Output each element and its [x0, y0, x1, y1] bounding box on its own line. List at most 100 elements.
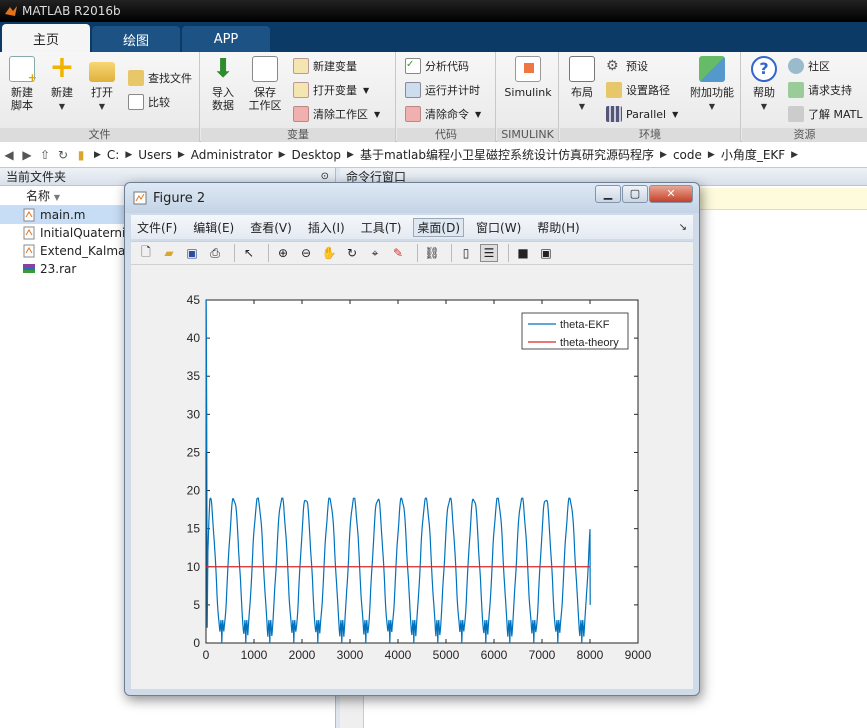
data-cursor-icon[interactable]: ⌖	[366, 244, 384, 262]
pointer-icon[interactable]: ↖	[240, 244, 258, 262]
folder-open-icon	[89, 62, 115, 82]
address-bar: ◀ ▶ ⇧ ↻ ▮ ▶ C: ▶ Users ▶ Administrator ▶…	[0, 142, 867, 168]
show-plot-tools-icon[interactable]: ▣	[537, 244, 555, 262]
breadcrumb-item[interactable]: Users	[138, 148, 172, 162]
file-group: + 新建 脚本 + 新建 ▼ 打开 ▼ 查找文件 比较 文件	[0, 52, 200, 142]
x-tick-label: 8000	[577, 648, 604, 662]
menu-tools[interactable]: 工具(T)	[361, 219, 402, 236]
menu-file[interactable]: 文件(F)	[137, 219, 177, 236]
tab-home[interactable]: 主页	[2, 24, 90, 52]
menu-view[interactable]: 查看(V)	[250, 219, 292, 236]
request-support-button[interactable]: 请求支持	[788, 80, 852, 100]
breadcrumb-item[interactable]: 小角度_EKF	[721, 146, 785, 163]
link-icon[interactable]: ⛓	[423, 244, 441, 262]
rotate-icon[interactable]: ↻	[343, 244, 361, 262]
clear-commands-button[interactable]: 清除命令 ▼	[405, 104, 481, 124]
minimize-icon[interactable]: ▁	[595, 185, 621, 203]
analyze-code-button[interactable]: ✓ 分析代码	[405, 56, 469, 76]
import-label: 导入 数据	[212, 86, 234, 112]
print-icon[interactable]: ⎙	[206, 244, 224, 262]
y-tick-label: 45	[187, 293, 201, 307]
new-figure-icon[interactable]: 🗋	[137, 244, 155, 262]
browse-folder-icon[interactable]: ↻	[54, 148, 72, 162]
open-button[interactable]: 打开 ▼	[82, 56, 122, 113]
colorbar-icon[interactable]: ▯	[457, 244, 475, 262]
x-tick-label: 2000	[289, 648, 316, 662]
breadcrumb-item[interactable]: C:	[107, 148, 119, 162]
find-files-label: 查找文件	[148, 72, 192, 85]
back-arrow-icon[interactable]: ◀	[0, 148, 18, 162]
figure-toolbar: 🗋 ▰ ▣ ⎙ ↖ ⊕ ⊖ ✋ ↻ ⌖ ✎ ⛓ ▯ ☰ ■ ▣	[131, 241, 693, 265]
breadcrumb-item[interactable]: code	[673, 148, 702, 162]
variable-group: ⬇ 导入 数据 保存 工作区 新建变量 打开变量 ▼ 清除工作区 ▼ 变量	[201, 52, 396, 142]
up-folder-icon[interactable]: ⇧	[36, 148, 54, 162]
tab-plots[interactable]: 绘图	[92, 26, 180, 52]
dropdown-arrow-icon: ▼	[578, 102, 586, 111]
find-files-button[interactable]: 查找文件	[128, 68, 192, 88]
menu-help[interactable]: 帮助(H)	[537, 219, 579, 236]
community-button[interactable]: 社区	[788, 56, 830, 76]
breadcrumb-separator-icon: ▶	[125, 149, 133, 160]
y-tick-label: 35	[187, 369, 201, 383]
y-tick-label: 20	[187, 484, 201, 498]
menu-window[interactable]: 窗口(W)	[476, 219, 521, 236]
community-icon	[788, 58, 804, 74]
layout-button[interactable]: 布局 ▼	[562, 56, 602, 113]
folder-icon: ▮	[77, 147, 85, 162]
breadcrumb-item[interactable]: Administrator	[191, 148, 273, 162]
open-icon[interactable]: ▰	[160, 244, 178, 262]
zoom-out-icon[interactable]: ⊖	[297, 244, 315, 262]
set-path-button[interactable]: 设置路径	[606, 80, 670, 100]
run-and-time-button[interactable]: 运行并计时	[405, 80, 480, 100]
open-variable-button[interactable]: 打开变量 ▼	[293, 80, 369, 100]
y-tick-label: 10	[187, 560, 201, 574]
y-tick-label: 40	[187, 331, 201, 345]
find-files-icon	[128, 70, 144, 86]
resources-group: ? 帮助 ▼ 社区 请求支持 了解 MATL 资源	[742, 52, 867, 142]
breadcrumb-item[interactable]: 基于matlab编程小卫星磁控系统设计仿真研究源码程序	[360, 146, 654, 163]
maximize-icon[interactable]: ▢	[622, 185, 648, 203]
toolbar-separator	[451, 244, 452, 262]
save-icon[interactable]: ▣	[183, 244, 201, 262]
new-variable-button[interactable]: 新建变量	[293, 56, 357, 76]
close-icon[interactable]: ✕	[649, 185, 693, 203]
new-variable-icon	[293, 58, 309, 74]
figure-icon	[133, 191, 147, 205]
brush-icon[interactable]: ✎	[389, 244, 407, 262]
breadcrumb-item[interactable]: Desktop	[292, 148, 342, 162]
import-data-button[interactable]: ⬇ 导入 数据	[203, 56, 243, 112]
toolbar-separator	[417, 244, 418, 262]
y-tick-label: 30	[187, 407, 201, 421]
new-script-button[interactable]: + 新建 脚本	[2, 56, 42, 112]
y-tick-label: 25	[187, 445, 201, 459]
pan-icon[interactable]: ✋	[320, 244, 338, 262]
menu-insert[interactable]: 插入(I)	[308, 219, 345, 236]
zoom-in-icon[interactable]: ⊕	[274, 244, 292, 262]
breadcrumb-separator-icon: ▶	[791, 149, 799, 160]
x-tick-label: 4000	[385, 648, 412, 662]
compare-button[interactable]: 比较	[128, 92, 170, 112]
analyze-code-icon: ✓	[405, 58, 421, 74]
menu-desktop[interactable]: 桌面(D)	[413, 217, 465, 237]
preferences-button[interactable]: ⚙ 预设	[606, 56, 648, 76]
hide-plot-tools-icon[interactable]: ■	[514, 244, 532, 262]
menu-overflow-icon[interactable]: ↘	[679, 222, 687, 233]
forward-arrow-icon[interactable]: ▶	[18, 148, 36, 162]
learn-matlab-button[interactable]: 了解 MATL	[788, 104, 863, 124]
figure-title-bar[interactable]: Figure 2 ▁ ▢ ✕	[125, 183, 699, 213]
menu-edit[interactable]: 编辑(E)	[193, 219, 234, 236]
new-button[interactable]: + 新建 ▼	[42, 53, 82, 113]
save-workspace-button[interactable]: 保存 工作区	[245, 56, 285, 112]
addons-button[interactable]: 附加功能 ▼	[688, 56, 736, 113]
dropdown-arrow-icon: ▼	[760, 102, 768, 111]
variable-group-label: 变量	[201, 128, 395, 142]
x-tick-label: 1000	[241, 648, 268, 662]
addons-label: 附加功能	[690, 86, 734, 99]
tab-apps[interactable]: APP	[182, 26, 270, 52]
clear-workspace-button[interactable]: 清除工作区 ▼	[293, 104, 380, 124]
simulink-button[interactable]: Simulink	[499, 56, 557, 99]
legend-icon[interactable]: ☰	[480, 244, 498, 262]
help-button[interactable]: ? 帮助 ▼	[744, 56, 784, 113]
parallel-button[interactable]: Parallel ▼	[606, 104, 678, 124]
code-group: ✓ 分析代码 运行并计时 清除命令 ▼ 代码	[397, 52, 496, 142]
